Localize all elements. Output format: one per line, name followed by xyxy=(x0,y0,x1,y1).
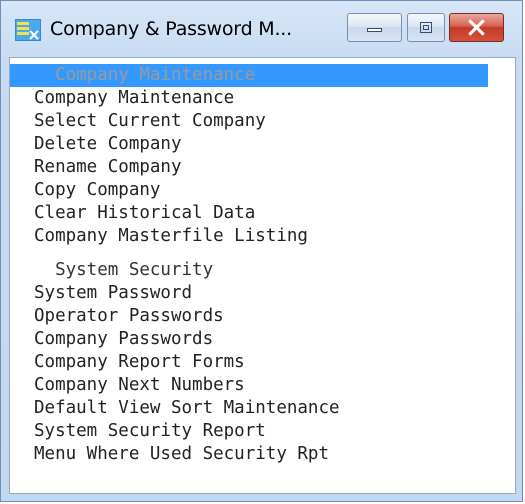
close-button[interactable] xyxy=(449,13,504,42)
menu-item-default-view-sort-maintenance[interactable]: Default View Sort Maintenance xyxy=(10,397,488,420)
maximize-button[interactable] xyxy=(407,13,445,42)
menu-panel: Company Maintenance Company Maintenance … xyxy=(9,57,516,494)
menu-item-clear-historical-data[interactable]: Clear Historical Data xyxy=(10,202,488,225)
menu-item-operator-passwords[interactable]: Operator Passwords xyxy=(10,305,488,328)
menu-item-company-maintenance[interactable]: Company Maintenance xyxy=(10,87,488,110)
window-title: Company & Password M... xyxy=(50,18,292,40)
menu-item-system-password[interactable]: System Password xyxy=(10,282,488,305)
menu-item-company-next-numbers[interactable]: Company Next Numbers xyxy=(10,374,488,397)
menu-header-system-security[interactable]: System Security xyxy=(10,259,488,282)
close-icon xyxy=(468,19,485,36)
menu-item-company-passwords[interactable]: Company Passwords xyxy=(10,328,488,351)
maximize-icon xyxy=(420,22,432,33)
menu-header-company-selected[interactable]: Company Maintenance xyxy=(10,64,488,87)
minimize-button[interactable] xyxy=(347,13,402,42)
menu-item-system-security-report[interactable]: System Security Report xyxy=(10,420,488,443)
menu-item-copy-company[interactable]: Copy Company xyxy=(10,179,488,202)
app-window: Company & Password M... Company Maintena… xyxy=(0,0,523,502)
menu-item-delete-company[interactable]: Delete Company xyxy=(10,133,488,156)
app-menu-icon[interactable] xyxy=(15,19,41,41)
menu-list: Company Maintenance Company Maintenance … xyxy=(10,64,488,466)
menu-spacer xyxy=(10,248,488,259)
menu-item-company-report-forms[interactable]: Company Report Forms xyxy=(10,351,488,374)
menu-item-select-current-company[interactable]: Select Current Company xyxy=(10,110,488,133)
menu-item-company-masterfile-listing[interactable]: Company Masterfile Listing xyxy=(10,225,488,248)
minimize-icon xyxy=(367,28,382,32)
title-bar[interactable]: Company & Password M... xyxy=(1,1,522,57)
menu-header-label: Company Maintenance xyxy=(34,65,256,85)
menu-item-menu-where-used-security-rpt[interactable]: Menu Where Used Security Rpt xyxy=(10,443,488,466)
menu-item-rename-company[interactable]: Rename Company xyxy=(10,156,488,179)
